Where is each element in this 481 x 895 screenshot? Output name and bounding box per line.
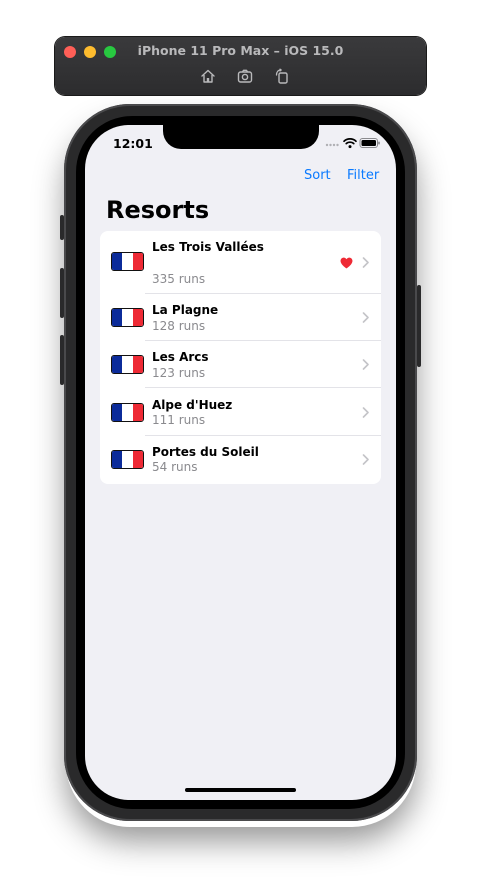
page-title: Resorts	[106, 196, 210, 224]
resort-runs: 111 runs	[152, 413, 206, 427]
chevron-right-icon	[362, 407, 369, 418]
simulator-title-bar: iPhone 11 Pro Max – iOS 15.0	[55, 37, 426, 95]
resort-row-portes-du-soleil[interactable]: Portes du Soleil 54 runs	[100, 436, 381, 484]
resort-row-la-plagne[interactable]: La Plagne 128 runs	[100, 294, 381, 341]
status-icons	[325, 138, 380, 149]
chevron-right-icon	[362, 257, 369, 268]
resort-name: Les Trois Vallées	[152, 240, 264, 254]
resort-row-alpe-dhuez[interactable]: Alpe d'Huez 111 runs	[100, 388, 381, 436]
home-icon[interactable]	[200, 68, 216, 84]
resort-name: Portes du Soleil	[152, 445, 259, 459]
france-flag-icon	[111, 252, 144, 271]
resort-name: La Plagne	[152, 303, 219, 317]
simulator-title: iPhone 11 Pro Max – iOS 15.0	[137, 43, 344, 58]
chevron-right-icon	[362, 454, 369, 465]
wifi-icon	[343, 138, 357, 149]
side-button	[417, 285, 421, 367]
resort-runs: 335 runs	[152, 272, 206, 286]
resort-row-les-arcs[interactable]: Les Arcs 123 runs	[100, 341, 381, 388]
phone-screen: 12:01 Sort Filter Resorts Les Trois Vall…	[85, 125, 396, 800]
resort-name: Alpe d'Huez	[152, 398, 233, 412]
resort-runs: 128 runs	[152, 319, 206, 333]
resort-row-les-trois-vallees[interactable]: Les Trois Vallées 335 runs	[100, 231, 381, 294]
filter-button[interactable]: Filter	[347, 168, 379, 183]
france-flag-icon	[111, 308, 144, 327]
resort-runs: 123 runs	[152, 366, 206, 380]
notch	[163, 125, 319, 149]
battery-icon	[359, 138, 380, 148]
france-flag-icon	[111, 403, 144, 422]
france-flag-icon	[111, 450, 144, 469]
cellular-icon	[325, 143, 339, 147]
sort-button[interactable]: Sort	[304, 168, 331, 183]
rotate-icon[interactable]	[274, 68, 290, 84]
france-flag-icon	[111, 355, 144, 374]
heart-icon	[340, 257, 353, 269]
status-time: 12:01	[113, 136, 153, 151]
resort-runs: 54 runs	[152, 460, 198, 474]
chevron-right-icon	[362, 359, 369, 370]
resort-name: Les Arcs	[152, 350, 209, 364]
chevron-right-icon	[362, 312, 369, 323]
screenshot-icon[interactable]	[237, 68, 253, 84]
resort-list: Les Trois Vallées 335 runs La Plagne 128…	[100, 231, 381, 484]
home-indicator[interactable]	[185, 788, 296, 792]
